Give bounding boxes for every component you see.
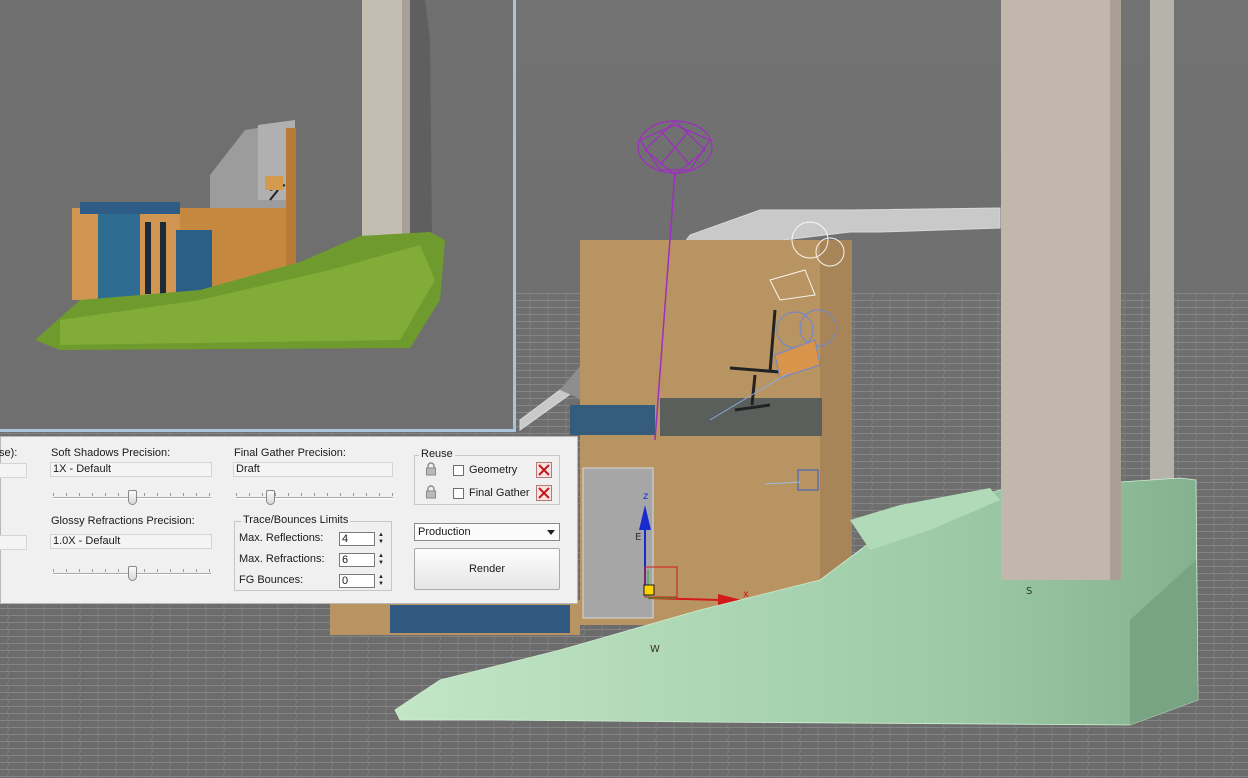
glossy-refractions-slider-thumb[interactable]	[128, 566, 137, 581]
max-refractions-spinner[interactable]: ▲ ▼	[376, 553, 386, 567]
trace-bounces-limits-group: Trace/Bounces Limits Max. Reflections: 4…	[234, 514, 392, 591]
final-gather-precision-label: Final Gather Precision:	[234, 447, 346, 459]
max-reflections-input[interactable]: 4	[339, 532, 375, 546]
glossy-refractions-field: 1.0X - Default	[50, 534, 212, 549]
direction-w-label: W	[650, 644, 660, 655]
render-preset-dropdown[interactable]: Production	[414, 523, 560, 541]
max-reflections-label: Max. Reflections:	[239, 532, 324, 544]
final-gather-clear-icon	[538, 487, 550, 499]
final-gather-clear-button[interactable]	[536, 485, 552, 501]
max-refractions-input[interactable]: 6	[339, 553, 375, 567]
cut-off-label: se):	[0, 447, 18, 459]
render-preset-value: Production	[418, 526, 471, 538]
soft-shadows-slider[interactable]	[53, 489, 211, 507]
render-button[interactable]: Render	[414, 548, 560, 590]
soft-shadows-field: 1X - Default	[50, 462, 212, 477]
chevron-down-icon	[547, 530, 555, 535]
final-gather-precision-slider[interactable]	[236, 489, 393, 507]
fg-bounces-spinner[interactable]: ▲ ▼	[376, 574, 386, 588]
trace-bounces-limits-title: Trace/Bounces Limits	[241, 514, 351, 526]
reuse-title: Reuse	[419, 448, 455, 460]
final-gather-checkbox[interactable]	[453, 488, 464, 499]
soft-shadows-slider-thumb[interactable]	[128, 490, 137, 505]
cut-off-field[interactable]	[0, 463, 27, 478]
geometry-clear-icon	[538, 464, 550, 476]
max-reflections-spinner[interactable]: ▲ ▼	[376, 532, 386, 546]
glossy-refractions-slider[interactable]	[53, 565, 211, 583]
final-gather-precision-field: Draft	[233, 462, 393, 477]
final-gather-lock-icon[interactable]	[423, 484, 439, 500]
render-settings-panel: se): Soft Shadows Precision: 1X - Defaul…	[0, 436, 578, 604]
rendered-image	[0, 0, 513, 429]
fg-bounces-label: FG Bounces:	[239, 574, 304, 586]
direction-e-label: E	[635, 532, 641, 543]
pillar-front	[1001, 0, 1121, 580]
final-gather-precision-slider-thumb[interactable]	[266, 490, 275, 505]
max-refractions-label: Max. Refractions:	[239, 553, 325, 565]
geometry-checkbox[interactable]	[453, 465, 464, 476]
geometry-clear-button[interactable]	[536, 462, 552, 478]
soft-shadows-label: Soft Shadows Precision:	[51, 447, 171, 459]
geometry-lock-icon[interactable]	[423, 461, 439, 477]
rendered-frame-window[interactable]	[0, 0, 516, 432]
geometry-label: Geometry	[469, 464, 518, 476]
reuse-group: Reuse Geometry Final Gather	[414, 448, 560, 505]
fg-bounces-input[interactable]: 0	[339, 574, 375, 588]
cut-off-field-2[interactable]	[0, 535, 27, 550]
glossy-refractions-label: Glossy Refractions Precision:	[51, 515, 195, 527]
axis-z-label: z	[643, 491, 648, 502]
final-gather-reuse-label: Final Gather	[469, 487, 530, 499]
direction-s-label: S	[1026, 586, 1032, 597]
pillar-back	[1150, 0, 1174, 490]
